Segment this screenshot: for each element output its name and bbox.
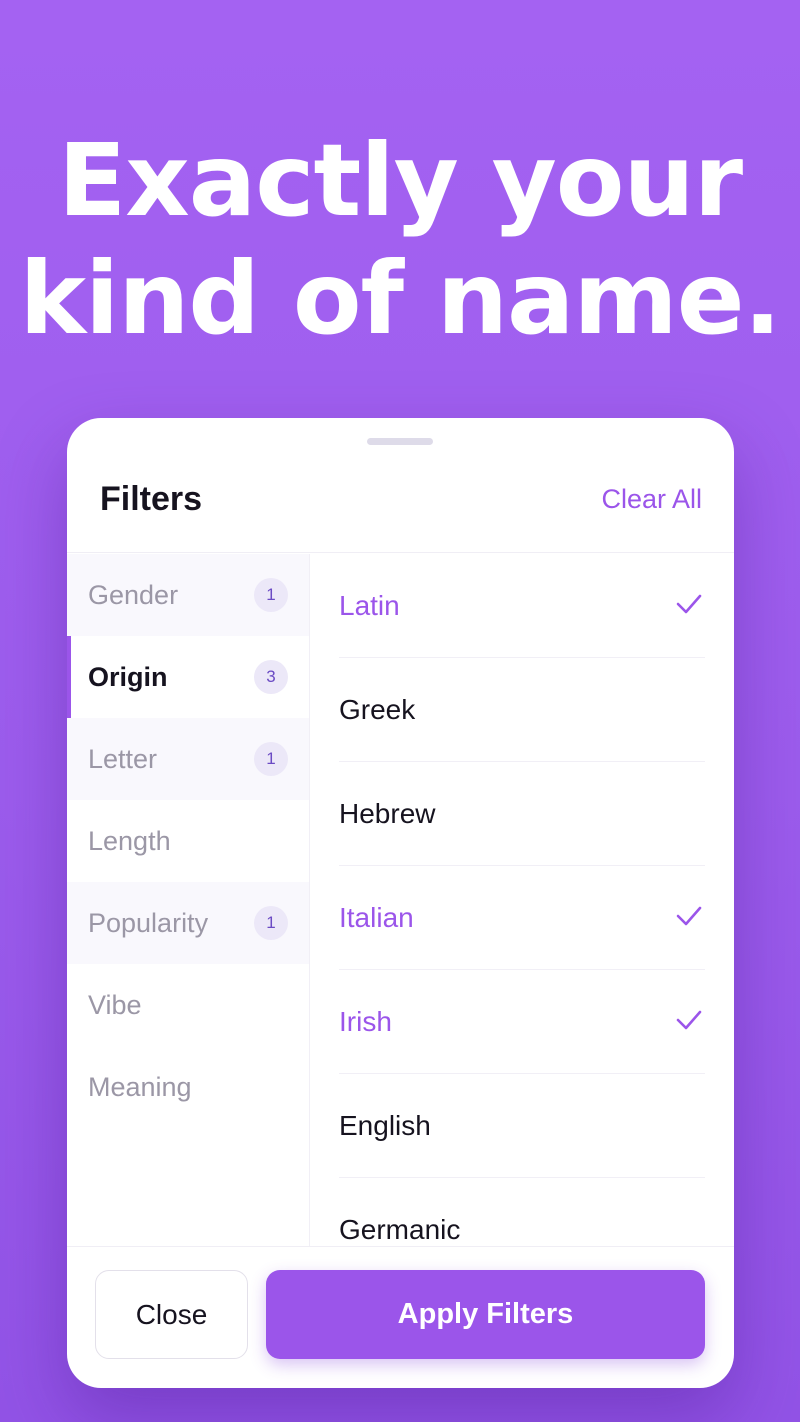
clear-all-button[interactable]: Clear All <box>601 484 702 515</box>
apply-filters-button[interactable]: Apply Filters <box>266 1270 705 1359</box>
option-hebrew[interactable]: Hebrew <box>339 762 705 866</box>
footer-divider <box>67 1246 734 1247</box>
category-item-vibe[interactable]: Vibe <box>67 964 309 1046</box>
category-label: Vibe <box>88 989 142 1020</box>
sheet-title: Filters <box>100 480 203 518</box>
option-label: Irish <box>339 1005 392 1037</box>
option-germanic[interactable]: Germanic <box>339 1178 705 1246</box>
category-label: Meaning <box>88 1071 192 1102</box>
option-label: Italian <box>339 901 414 933</box>
filters-sheet: Filters Clear All Gender 1 Origin 3 Lett… <box>67 418 734 1388</box>
option-greek[interactable]: Greek <box>339 658 705 762</box>
category-label: Length <box>88 825 171 856</box>
headline-line-2: kind of name. <box>19 240 781 357</box>
category-count-badge: 1 <box>254 578 288 612</box>
option-label: English <box>339 1109 431 1141</box>
category-count-badge: 1 <box>254 742 288 776</box>
category-item-gender[interactable]: Gender 1 <box>67 554 309 636</box>
option-italian[interactable]: Italian <box>339 866 705 970</box>
category-count-badge: 3 <box>254 660 288 694</box>
category-item-length[interactable]: Length <box>67 800 309 882</box>
headline-line-1: Exactly your <box>57 122 743 239</box>
category-item-letter[interactable]: Letter 1 <box>67 718 309 800</box>
category-label: Origin <box>88 661 168 692</box>
category-item-origin[interactable]: Origin 3 <box>67 636 309 718</box>
category-label: Letter <box>88 743 158 774</box>
option-irish[interactable]: Irish <box>339 970 705 1074</box>
check-icon <box>676 1010 702 1030</box>
option-label: Greek <box>339 693 416 725</box>
filter-category-list: Gender 1 Origin 3 Letter 1 Length Popula… <box>67 554 310 1246</box>
option-label: Latin <box>339 589 400 621</box>
check-icon <box>676 906 702 926</box>
close-button[interactable]: Close <box>95 1270 248 1359</box>
category-label: Popularity <box>88 907 209 938</box>
headline: Exactly your kind of name. <box>0 122 800 358</box>
category-label: Gender <box>88 579 179 610</box>
option-latin[interactable]: Latin <box>339 554 705 658</box>
header-divider <box>67 552 734 553</box>
option-label: Hebrew <box>339 797 436 829</box>
option-english[interactable]: English <box>339 1074 705 1178</box>
origin-option-list[interactable]: Latin Greek Hebrew Italian Irish English… <box>310 554 734 1246</box>
category-item-popularity[interactable]: Popularity 1 <box>67 882 309 964</box>
check-icon <box>676 594 702 614</box>
option-label: Germanic <box>339 1213 461 1245</box>
drag-handle[interactable] <box>367 438 433 445</box>
category-count-badge: 1 <box>254 906 288 940</box>
category-item-meaning[interactable]: Meaning <box>67 1046 309 1128</box>
